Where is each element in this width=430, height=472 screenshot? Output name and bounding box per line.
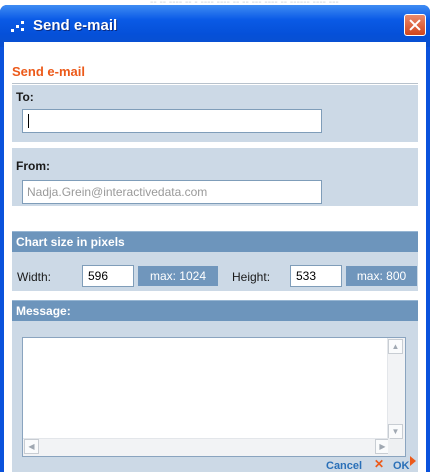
chart-size-header: Chart size in pixels <box>12 231 418 252</box>
close-icon[interactable] <box>404 14 426 36</box>
title-bar[interactable]: Send e-mail <box>0 5 430 47</box>
message-textarea[interactable]: ▲ ▼ ◀ ▶ <box>22 337 406 457</box>
scroll-corner <box>388 439 405 456</box>
ok-button[interactable]: OK <box>393 460 410 472</box>
vertical-scrollbar[interactable]: ▲ ▼ <box>387 338 405 439</box>
message-label: Message: <box>16 304 71 318</box>
scroll-left-icon[interactable]: ◀ <box>24 439 39 454</box>
width-max-badge: max: 1024 <box>138 266 218 286</box>
app-icon <box>11 20 27 34</box>
from-label: From: <box>16 159 50 173</box>
from-input[interactable] <box>22 180 322 204</box>
heading-divider <box>12 83 418 84</box>
to-input[interactable] <box>22 109 322 133</box>
scroll-down-icon[interactable]: ▼ <box>388 424 403 439</box>
horizontal-scrollbar[interactable]: ◀ ▶ <box>23 438 390 456</box>
text-caret <box>28 114 29 128</box>
height-label: Height: <box>232 270 271 284</box>
window-title: Send e-mail <box>33 17 118 34</box>
height-input[interactable] <box>290 265 342 287</box>
to-label: To: <box>16 90 34 104</box>
form-heading: Send e-mail <box>12 64 85 79</box>
dialog-content: Send e-mail To: From: Chart size in pixe… <box>4 42 426 472</box>
width-label: Width: <box>17 270 52 284</box>
dialog-window: Send e-mail Send e-mail To: From: Chart … <box>0 5 430 472</box>
cancel-x-icon[interactable]: ✕ <box>374 457 384 471</box>
chart-size-label: Chart size in pixels <box>16 235 125 249</box>
height-max-badge: max: 800 <box>346 266 417 286</box>
scroll-up-icon[interactable]: ▲ <box>388 339 403 354</box>
ok-arrow-icon[interactable] <box>410 456 416 466</box>
cancel-button[interactable]: Cancel <box>326 460 362 472</box>
message-header: Message: <box>12 300 418 321</box>
width-input[interactable] <box>82 265 134 287</box>
